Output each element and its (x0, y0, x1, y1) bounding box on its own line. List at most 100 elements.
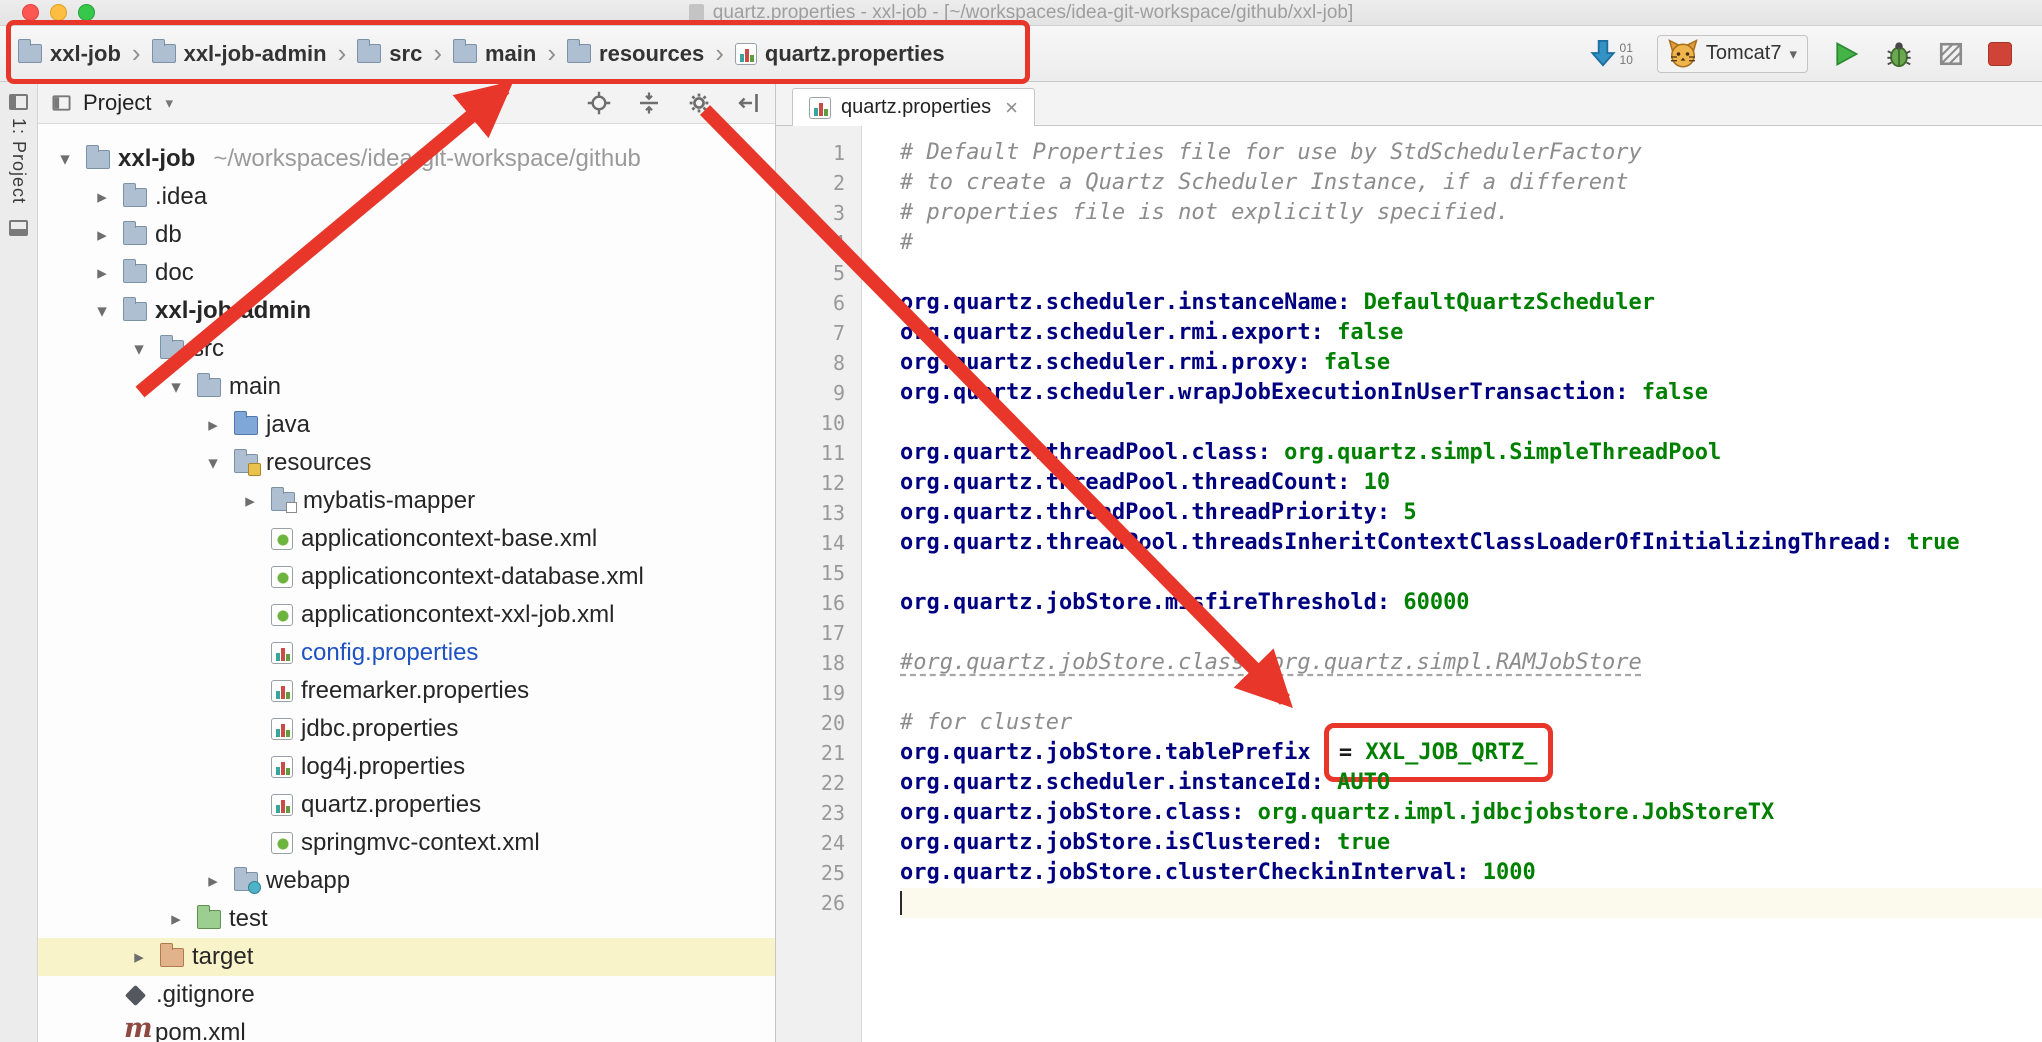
collapse-all-icon[interactable] (637, 91, 661, 115)
coverage-button[interactable] (1938, 41, 1964, 67)
tree-row[interactable]: applicationcontext-database.xml (38, 558, 775, 596)
project-view-dropdown-icon[interactable]: ▾ (165, 94, 173, 112)
close-tab-icon[interactable]: × (1005, 95, 1018, 121)
editor-area: quartz.properties × 12345678910111213141… (776, 82, 2042, 1042)
hide-panel-icon[interactable] (737, 91, 761, 115)
expand-arrow-icon[interactable]: ▸ (237, 490, 263, 513)
code-token: org.quartz.threadPool.threadPriority (900, 500, 1377, 525)
tree-row[interactable]: applicationcontext-xxl-job.xml (38, 596, 775, 634)
breadcrumb-item[interactable]: src (357, 41, 422, 67)
tree-row[interactable]: ▸ db (38, 216, 775, 254)
settings-gear-icon[interactable] (687, 91, 711, 115)
code-token: # for cluster (900, 710, 1072, 735)
chevron-right-icon: › (132, 38, 141, 69)
editor-gutter[interactable]: 1234567891011121314151617181920212223242… (776, 126, 862, 1042)
project-tree[interactable]: ▾xxl-job~/workspaces/idea-git-workspace/… (38, 124, 775, 1042)
breadcrumb-item[interactable]: xxl-job (18, 41, 121, 67)
project-tool-window-button[interactable]: 1: Project (8, 94, 29, 204)
tree-row[interactable]: applicationcontext-base.xml (38, 520, 775, 558)
tree-row[interactable]: ▸.idea (38, 178, 775, 216)
project-tab-label: 1: Project (8, 118, 29, 204)
code-token: # Default Properties file for use by Std… (900, 140, 1642, 165)
expand-arrow-icon[interactable]: ▾ (126, 338, 152, 361)
code-token: org.quartz.jobStore.class (900, 800, 1231, 825)
expand-arrow-icon[interactable]: ▸ (200, 870, 226, 893)
code-token: 10 (1364, 470, 1391, 495)
tree-row[interactable]: pom.xml (38, 1014, 775, 1042)
line-number: 2 (776, 168, 861, 198)
editor-body[interactable]: 1234567891011121314151617181920212223242… (776, 126, 2042, 1042)
breadcrumb-item[interactable]: main (453, 41, 536, 67)
stop-button[interactable] (1988, 42, 2012, 66)
maven-file-icon (123, 1020, 147, 1042)
tree-row[interactable]: ▸test (38, 900, 775, 938)
tree-item-label: freemarker.properties (301, 677, 529, 705)
line-number: 15 (776, 558, 861, 588)
tree-row[interactable]: springmvc-context.xml (38, 824, 775, 862)
chevron-down-icon: ▾ (1789, 45, 1797, 63)
tree-row[interactable]: ▾resources (38, 444, 775, 482)
breadcrumb-item[interactable]: resources (567, 41, 704, 67)
tree-row[interactable]: ▸doc (38, 254, 775, 292)
tree-row[interactable]: quartz.properties (38, 786, 775, 824)
tree-row[interactable]: ▸java (38, 406, 775, 444)
xml-file-icon (271, 832, 293, 854)
expand-arrow-icon[interactable]: ▸ (200, 414, 226, 437)
update-project-button[interactable]: 01 10 (1589, 38, 1633, 70)
code-line: # (900, 228, 2042, 258)
code-area[interactable]: # Default Properties file for use by Std… (862, 126, 2042, 1042)
expand-arrow-icon[interactable]: ▸ (126, 946, 152, 969)
line-number: 25 (776, 858, 861, 888)
tab-quartz-properties[interactable]: quartz.properties × (792, 88, 1035, 126)
folder-icon (123, 226, 147, 245)
tree-row[interactable]: config.properties (38, 634, 775, 672)
tree-row[interactable]: .gitignore (38, 976, 775, 1014)
run-button[interactable] (1832, 40, 1860, 68)
folder-source-icon (234, 416, 258, 435)
tree-row[interactable]: ▸target (38, 938, 775, 976)
line-number: 5 (776, 258, 861, 288)
tree-row[interactable]: ▸webapp (38, 862, 775, 900)
code-line (900, 888, 2042, 918)
debug-button[interactable] (1884, 39, 1914, 69)
breadcrumb-item[interactable]: xxl-job-admin (152, 41, 327, 67)
tree-item-label: db (155, 221, 182, 249)
tree-item-label: .gitignore (156, 981, 255, 1009)
code-token: AUTO (1337, 770, 1390, 795)
code-token: #org.quartz.jobStore.class: org.quartz.s… (900, 650, 1642, 675)
tree-row[interactable]: ▾xxl-job-admin (38, 292, 775, 330)
line-number: 3 (776, 198, 861, 228)
code-token: org.quartz.jobStore.isClustered (900, 830, 1311, 855)
code-token: : (1456, 860, 1483, 885)
tree-item-label: src (192, 335, 224, 363)
expand-arrow-icon[interactable]: ▸ (89, 262, 115, 285)
folder-icon (123, 188, 147, 207)
code-token (1311, 740, 1324, 765)
expand-arrow-icon[interactable]: ▾ (200, 452, 226, 475)
line-number: 9 (776, 378, 861, 408)
tree-row[interactable]: log4j.properties (38, 748, 775, 786)
locate-file-icon[interactable] (587, 91, 611, 115)
tree-item-label: log4j.properties (301, 753, 465, 781)
breadcrumb-item[interactable]: quartz.properties (735, 41, 945, 67)
expand-arrow-icon[interactable]: ▾ (52, 148, 78, 171)
tree-row[interactable]: ▾xxl-job~/workspaces/idea-git-workspace/… (38, 140, 775, 178)
expand-arrow-icon[interactable]: ▸ (163, 908, 189, 931)
tool-window-icon[interactable] (9, 220, 28, 236)
tree-row[interactable]: ▾main (38, 368, 775, 406)
folder-icon (453, 44, 477, 63)
tree-row[interactable]: jdbc.properties (38, 710, 775, 748)
tree-row[interactable]: ▸mybatis-mapper (38, 482, 775, 520)
run-config-selector[interactable]: Tomcat7 ▾ (1657, 35, 1808, 73)
code-token: org.quartz.scheduler.instanceId (900, 770, 1311, 795)
code-token: # to create a Quartz Scheduler Instance,… (900, 170, 1628, 195)
expand-arrow-icon[interactable]: ▸ (89, 186, 115, 209)
code-token: org.quartz.jobStore.tablePrefix (900, 740, 1311, 765)
tree-row[interactable]: freemarker.properties (38, 672, 775, 710)
expand-arrow-icon[interactable]: ▸ (89, 224, 115, 247)
expand-arrow-icon[interactable]: ▾ (89, 300, 115, 323)
tree-row[interactable]: ▾ src (38, 330, 775, 368)
code-line: org.quartz.scheduler.rmi.export: false (900, 318, 2042, 348)
expand-arrow-icon[interactable]: ▾ (163, 376, 189, 399)
code-line: org.quartz.threadPool.threadPriority: 5 (900, 498, 2042, 528)
